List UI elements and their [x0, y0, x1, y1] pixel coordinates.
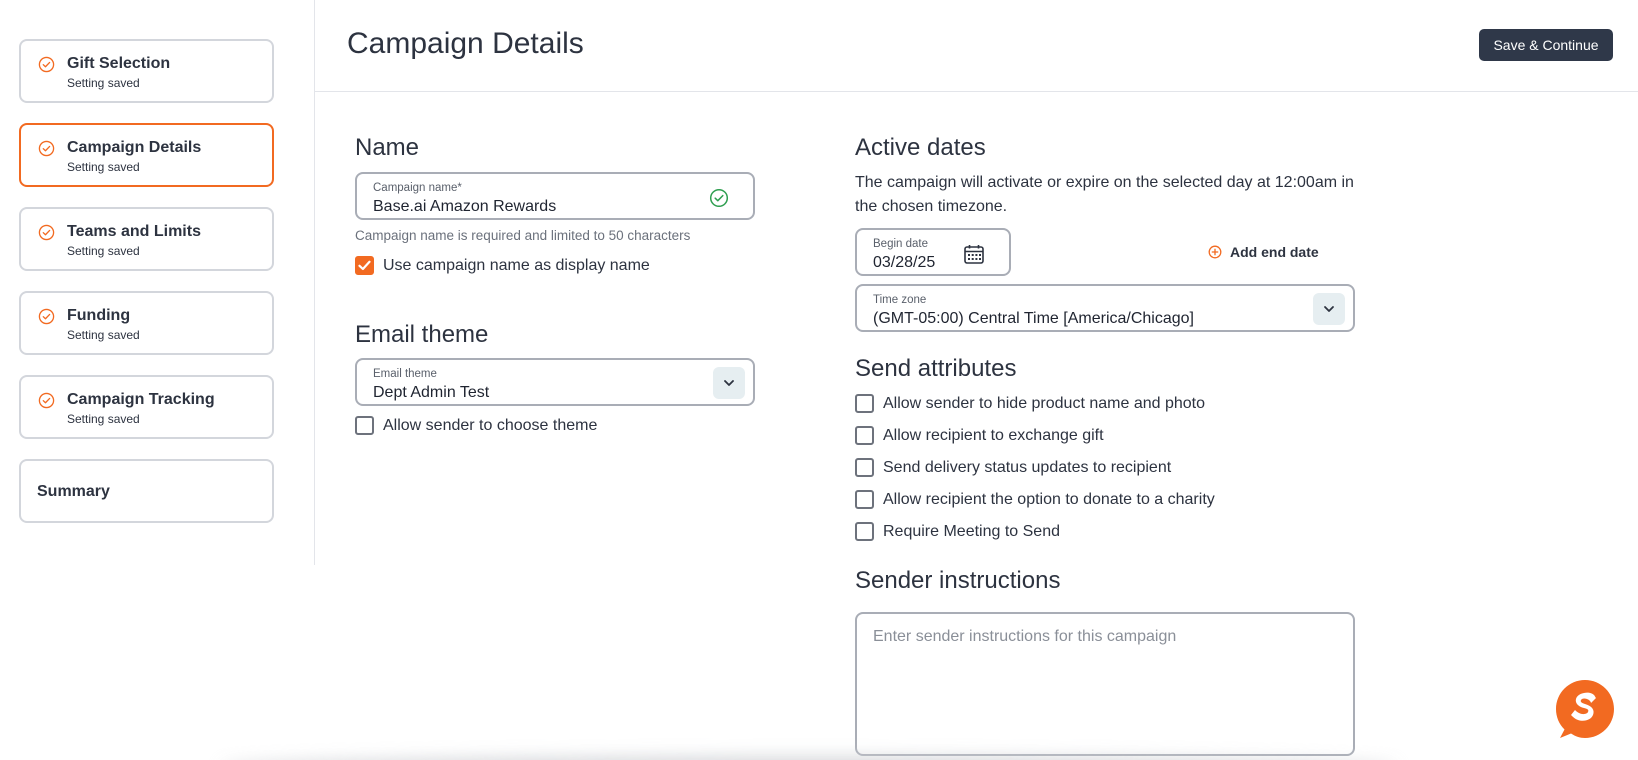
campaign-name-label: Campaign name* [373, 182, 462, 194]
send-attribute-label: Require Meeting to Send [883, 522, 1060, 540]
step-title: Funding [67, 307, 131, 324]
check-circle-icon [38, 140, 55, 157]
step-title: Campaign Tracking [67, 391, 215, 408]
send-attribute-option[interactable]: Allow recipient to exchange gift [855, 426, 1104, 445]
time-zone-label: Time zone [873, 294, 927, 306]
page-header: Campaign Details Save & Continue [315, 0, 1638, 92]
email-theme-dropdown-button[interactable] [713, 367, 745, 399]
send-attribute-option[interactable]: Allow sender to hide product name and ph… [855, 394, 1205, 413]
begin-date-field[interactable]: Begin date 03/28/25 [855, 228, 1011, 276]
step-title: Summary [37, 483, 110, 500]
hide-product-checkbox[interactable] [855, 394, 874, 413]
bottom-shadow [220, 756, 1398, 760]
step-title: Campaign Details [67, 139, 202, 156]
step-status: Setting saved [67, 244, 140, 258]
email-theme-heading: Email theme [355, 321, 489, 348]
time-zone-dropdown-button[interactable] [1313, 293, 1345, 325]
valid-check-icon [709, 188, 729, 208]
sidebar: Gift Selection Setting saved Campaign De… [0, 0, 315, 565]
sidebar-step-funding[interactable]: Funding Setting saved [19, 291, 274, 355]
send-attribute-label: Send delivery status updates to recipien… [883, 458, 1172, 476]
sidebar-step-gift-selection[interactable]: Gift Selection Setting saved [19, 39, 274, 103]
time-zone-value: (GMT-05:00) Central Time [America/Chicag… [873, 310, 1194, 327]
allow-choose-theme-checkbox-row[interactable]: Allow sender to choose theme [355, 416, 597, 435]
check-circle-icon [38, 392, 55, 409]
chevron-down-icon [724, 380, 734, 386]
step-status: Setting saved [67, 160, 140, 174]
step-title: Gift Selection [67, 55, 171, 72]
step-status: Setting saved [67, 412, 140, 426]
exchange-gift-checkbox[interactable] [855, 426, 874, 445]
sidebar-step-campaign-details[interactable]: Campaign Details Setting saved [19, 123, 274, 187]
email-theme-select[interactable]: Email theme Dept Admin Test [355, 358, 755, 406]
calendar-icon[interactable] [963, 243, 985, 265]
send-attribute-label: Allow recipient the option to donate to … [883, 490, 1215, 508]
page-title: Campaign Details [347, 27, 584, 60]
active-dates-description: The campaign will activate or expire on … [855, 174, 1354, 215]
sender-instructions-placeholder: Enter sender instructions for this campa… [873, 628, 1177, 645]
check-circle-icon [38, 56, 55, 73]
campaign-name-helper: Campaign name is required and limited to… [355, 228, 691, 243]
begin-date-value: 03/28/25 [873, 254, 936, 271]
check-circle-icon [38, 308, 55, 325]
send-attribute-option[interactable]: Allow recipient the option to donate to … [855, 490, 1215, 509]
use-display-name-checkbox-row[interactable]: Use campaign name as display name [355, 256, 650, 275]
send-attribute-option[interactable]: Send delivery status updates to recipien… [855, 458, 1171, 477]
sender-instructions-textarea[interactable]: Enter sender instructions for this campa… [855, 612, 1355, 756]
save-and-continue-button[interactable]: Save & Continue [1479, 29, 1613, 61]
add-end-date-button[interactable]: Add end date [1208, 244, 1319, 260]
email-theme-label: Email theme [373, 368, 437, 380]
send-attributes-heading: Send attributes [855, 355, 1017, 382]
sidebar-step-teams-and-limits[interactable]: Teams and Limits Setting saved [19, 207, 274, 271]
check-circle-icon [38, 224, 55, 241]
donate-charity-checkbox[interactable] [855, 490, 874, 509]
checkmark-icon [358, 260, 371, 271]
delivery-status-checkbox[interactable] [855, 458, 874, 477]
sidebar-step-campaign-tracking[interactable]: Campaign Tracking Setting saved [19, 375, 274, 439]
step-status: Setting saved [67, 76, 140, 90]
step-title: Teams and Limits [67, 223, 201, 240]
plus-circle-icon [1208, 245, 1222, 259]
campaign-name-value: Base.ai Amazon Rewards [373, 198, 557, 215]
active-dates-heading: Active dates [855, 134, 986, 161]
require-meeting-checkbox[interactable] [855, 522, 874, 541]
begin-date-label: Begin date [873, 238, 928, 250]
allow-choose-theme-label: Allow sender to choose theme [383, 416, 598, 434]
use-display-name-checkbox[interactable] [355, 256, 374, 275]
time-zone-select[interactable]: Time zone (GMT-05:00) Central Time [Amer… [855, 284, 1355, 332]
use-display-name-label: Use campaign name as display name [383, 256, 650, 274]
sender-instructions-heading: Sender instructions [855, 567, 1061, 594]
send-attribute-label: Allow sender to hide product name and ph… [883, 394, 1205, 412]
email-theme-value: Dept Admin Test [373, 384, 490, 401]
campaign-name-field[interactable]: Campaign name* Base.ai Amazon Rewards [355, 172, 755, 220]
allow-choose-theme-checkbox[interactable] [355, 416, 374, 435]
add-end-date-label: Add end date [1230, 244, 1319, 260]
sendoso-logo-icon[interactable] [1554, 678, 1616, 740]
name-heading: Name [355, 134, 420, 161]
send-attribute-label: Allow recipient to exchange gift [883, 426, 1104, 444]
step-status: Setting saved [67, 328, 140, 342]
sidebar-step-summary[interactable]: Summary [19, 459, 274, 523]
send-attribute-option[interactable]: Require Meeting to Send [855, 522, 1060, 541]
chevron-down-icon [1324, 306, 1334, 312]
